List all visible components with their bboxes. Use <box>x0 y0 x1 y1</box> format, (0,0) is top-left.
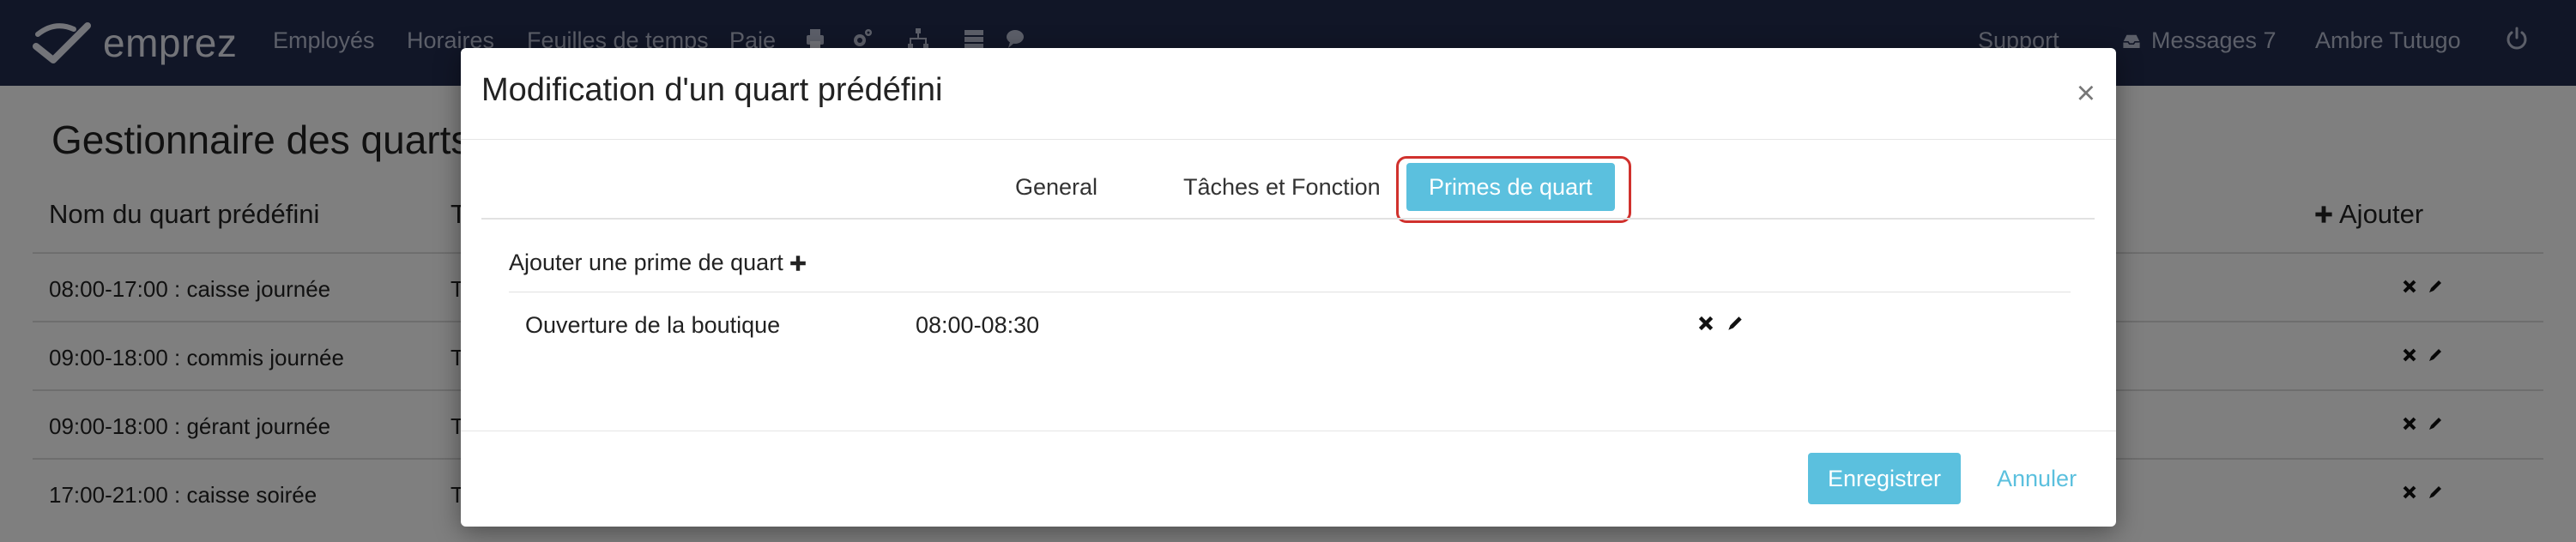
tab-primes-de-quart[interactable]: Primes de quart <box>1406 163 1615 211</box>
edit-shift-modal: Modification d'un quart prédéfini × Gene… <box>461 48 2116 527</box>
tab-taches-et-fonction[interactable]: Tâches et Fonction <box>1183 163 1381 211</box>
edit-icon[interactable] <box>1726 314 1745 333</box>
add-prime-button[interactable]: Ajouter une prime de quart <box>509 250 807 276</box>
add-prime-label: Ajouter une prime de quart <box>509 250 783 275</box>
prime-name: Ouverture de la boutique <box>525 312 781 338</box>
tabs-divider <box>481 218 2095 220</box>
modal-title: Modification d'un quart prédéfini <box>481 72 943 108</box>
tab-general[interactable]: General <box>1015 163 1098 211</box>
prime-time: 08:00-08:30 <box>916 312 1040 338</box>
plus-icon <box>789 255 806 271</box>
close-icon[interactable]: × <box>2077 77 2095 110</box>
save-button[interactable]: Enregistrer <box>1808 453 1961 504</box>
modal-header-divider <box>461 139 2116 140</box>
delete-icon[interactable] <box>1696 314 1715 333</box>
modal-tabs: General Tâches et Fonction Primes de qua… <box>481 154 2095 223</box>
cancel-button[interactable]: Annuler <box>1997 453 2077 504</box>
